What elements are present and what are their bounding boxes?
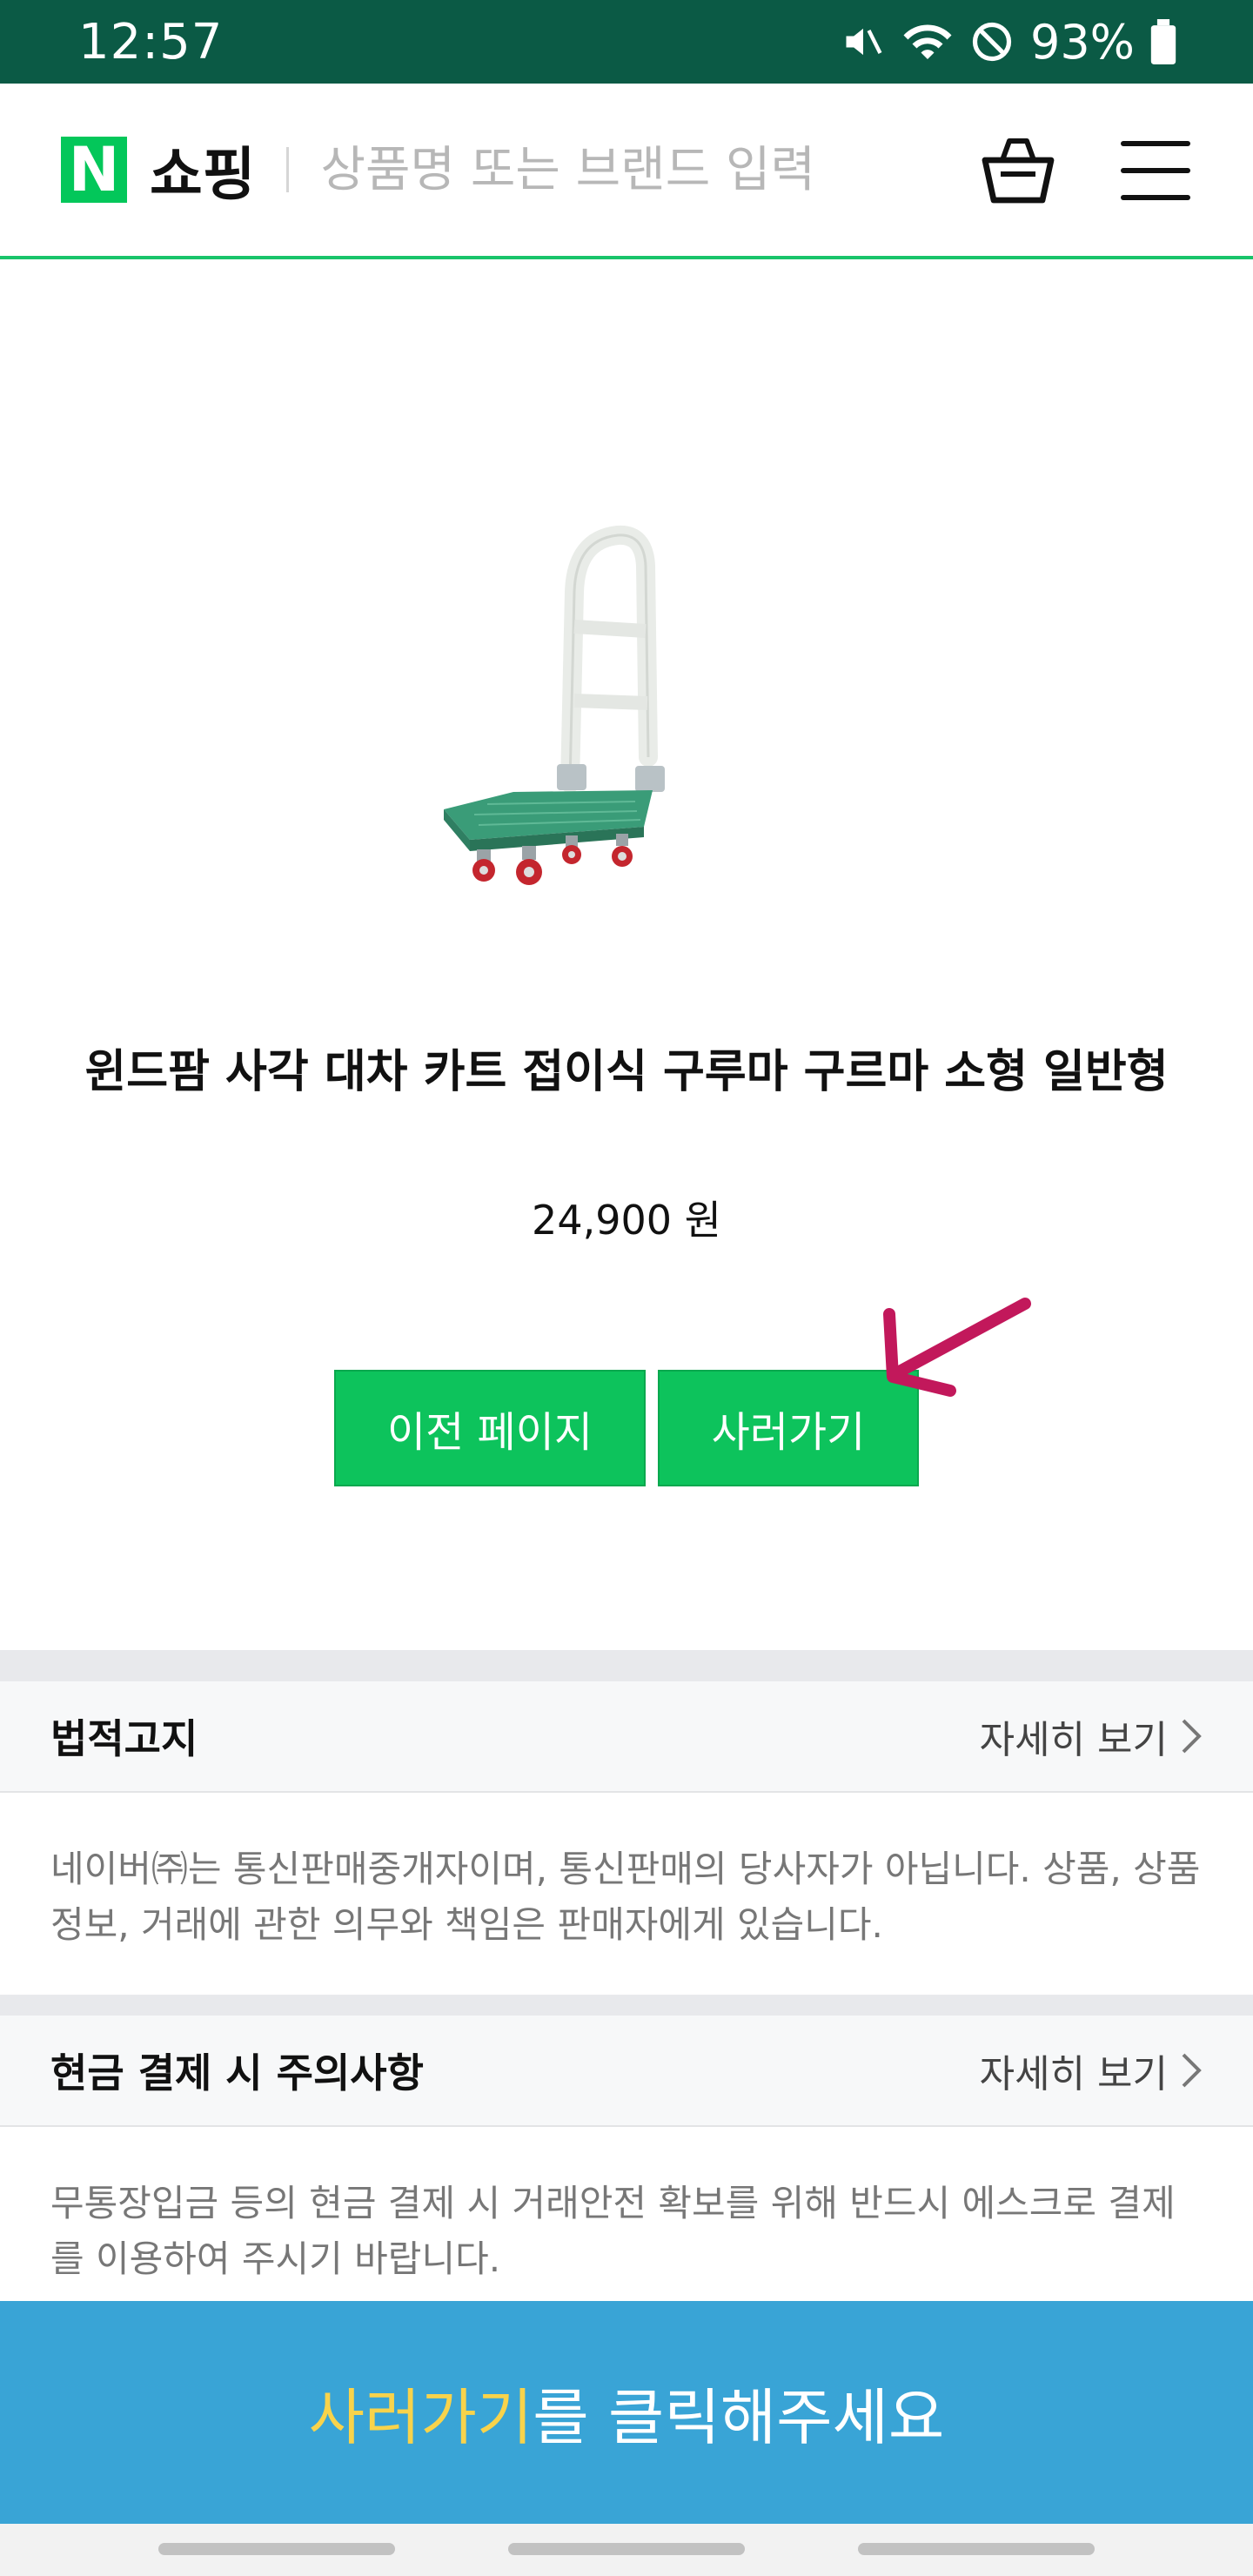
banner-highlight: 사러가기 [308,2381,533,2453]
product-price: 24,900 원 [532,1197,721,1244]
menu-line [1121,141,1190,146]
header-divider [286,147,290,192]
system-nav-bar [0,2524,1253,2576]
nav-home[interactable] [508,2543,745,2555]
shopping-logo-text[interactable]: 쇼핑 [150,128,255,211]
nav-recents[interactable] [158,2543,395,2555]
legal-notice-title: 법적고지 [50,1715,198,1762]
cash-notice-header[interactable]: 현금 결제 시 주의사항 자세히 보기 [0,2016,1253,2127]
product-image [444,525,665,885]
previous-page-button[interactable]: 이전 페이지 [334,1370,646,1486]
status-icons: 93% [841,15,1176,70]
status-bar: 12:57 93% [0,0,1253,84]
naver-logo[interactable]: N [61,137,127,203]
nav-back[interactable] [858,2543,1095,2555]
chevron-right-icon [1182,2053,1202,2088]
legal-notice-header[interactable]: 법적고지 자세히 보기 [0,1681,1253,1793]
menu-button[interactable] [1121,136,1190,205]
battery-icon [1150,19,1176,64]
status-time: 12:57 [78,13,224,70]
legal-notice-more[interactable]: 자세히 보기 [980,1708,1203,1764]
legal-notice-body: 네이버㈜는 통신판매중개자이며, 통신판매의 당사자가 아닙니다. 상품, 상품… [0,1794,1253,1995]
banner-text: 를 클릭해주세요 [533,2381,945,2453]
cash-notice-title: 현금 결제 시 주의사항 [50,2049,424,2096]
more-label: 자세히 보기 [979,1718,1168,1762]
menu-line [1121,168,1190,173]
chevron-right-icon [1182,1719,1202,1754]
search-input[interactable] [320,141,930,198]
more-label: 자세히 보기 [979,2052,1168,2096]
section-divider [0,1995,1253,2016]
section-divider [0,1650,1253,1681]
header: N 쇼핑 [0,84,1253,259]
cash-notice-more[interactable]: 자세히 보기 [980,2043,1203,2098]
battery-percent: 93% [1029,14,1135,70]
shopping-bag-icon [982,138,1055,204]
cart-button[interactable] [976,129,1060,212]
instruction-banner: 사러가기 를 클릭해주세요 [0,2301,1253,2524]
mute-icon [846,28,882,56]
cash-notice-body: 무통장입금 등의 현금 결제 시 거래안전 확보를 위해 반드시 에스크로 결제… [0,2129,1253,2303]
menu-line [1121,195,1190,200]
product-title: 윈드팜 사각 대차 카트 접이식 구루마 구르마 소형 일반형 [84,1046,1169,1098]
blocked-icon [972,22,1012,62]
arrow-annotation-icon [883,1298,1031,1397]
wifi-icon [903,24,952,59]
